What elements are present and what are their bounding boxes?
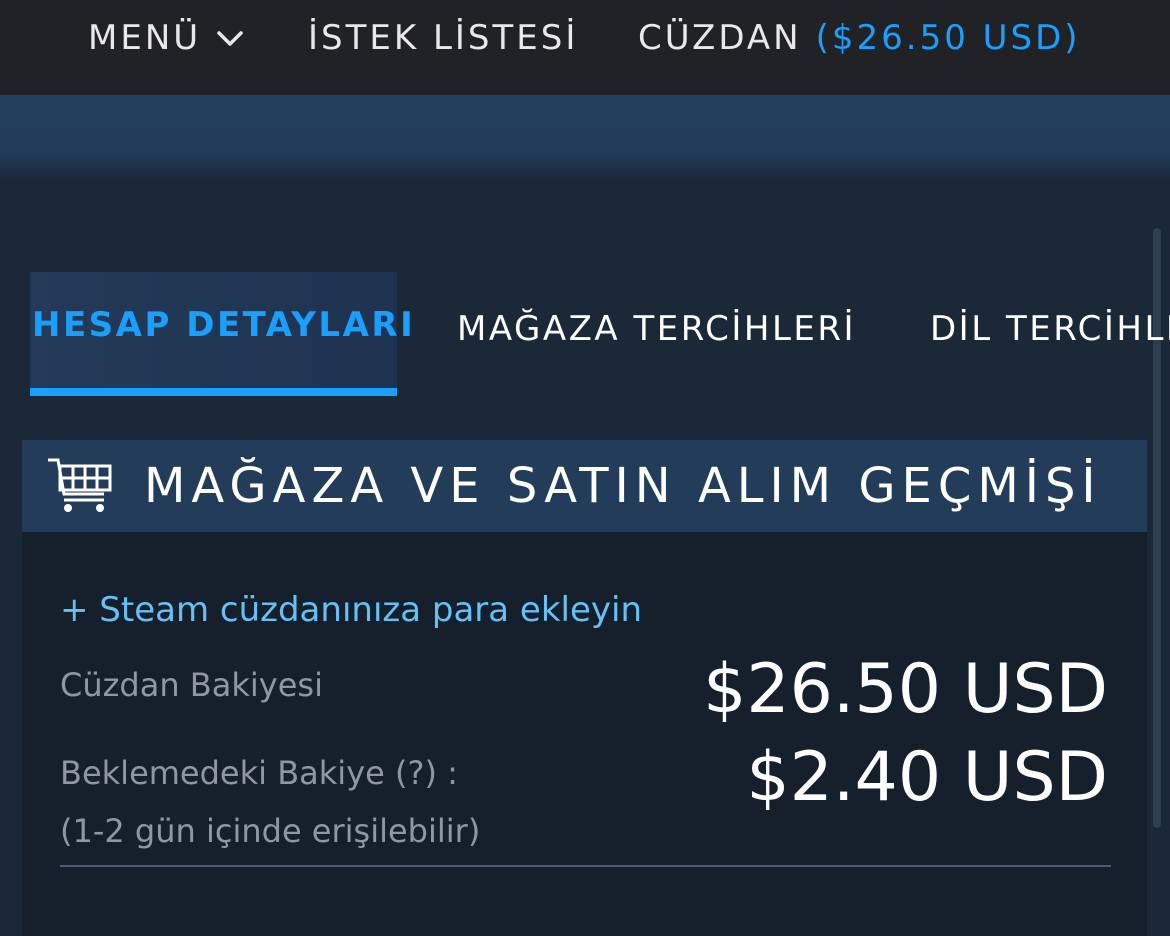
wallet-label: CÜZDAN — [638, 18, 802, 58]
store-purchase-history-header: MAĞAZA VE SATIN ALIM GEÇMİŞİ — [22, 440, 1147, 532]
wallet-balance-label: Cüzdan Bakiyesi — [60, 666, 323, 704]
divider — [60, 865, 1111, 867]
tab-store-preferences-label: MAĞAZA TERCİHLERİ — [457, 309, 857, 349]
shopping-cart-icon — [48, 458, 112, 512]
menu-button[interactable]: MENÜ — [88, 18, 245, 58]
header-banner — [0, 95, 1170, 180]
tab-language-preferences[interactable]: DİL TERCİHLERİ — [930, 272, 1170, 396]
pending-balance-value: $2.40 USD — [746, 738, 1108, 817]
tab-language-preferences-label: DİL TERCİHLERİ — [930, 309, 1170, 349]
wishlist-link[interactable]: İSTEK LİSTESİ — [308, 18, 578, 58]
tab-account-details[interactable]: HESAP DETAYLARI — [30, 272, 413, 396]
wishlist-label: İSTEK LİSTESİ — [308, 18, 579, 58]
top-navigation-bar: MENÜ İSTEK LİSTESİ CÜZDAN ($26.50 USD) — [0, 0, 1170, 95]
pending-balance-label[interactable]: Beklemedeki Bakiye (?) : — [60, 754, 458, 792]
menu-label: MENÜ — [88, 18, 202, 58]
wallet-balance-value: $26.50 USD — [703, 650, 1108, 729]
tab-account-details-label: HESAP DETAYLARI — [32, 305, 416, 345]
wallet-amount: ($26.50 USD) — [815, 18, 1081, 58]
account-tabs: HESAP DETAYLARI MAĞAZA TERCİHLERİ DİL TE… — [0, 272, 1170, 396]
panel-title: MAĞAZA VE SATIN ALIM GEÇMİŞİ — [144, 458, 1102, 514]
tab-store-preferences[interactable]: MAĞAZA TERCİHLERİ — [457, 272, 856, 396]
chevron-down-icon — [217, 31, 243, 46]
add-funds-link[interactable]: + Steam cüzdanınıza para ekleyin — [60, 590, 642, 630]
wallet-link[interactable]: CÜZDAN ($26.50 USD) — [638, 18, 1081, 58]
pending-balance-note: (1-2 gün içinde erişilebilir) — [60, 812, 481, 850]
